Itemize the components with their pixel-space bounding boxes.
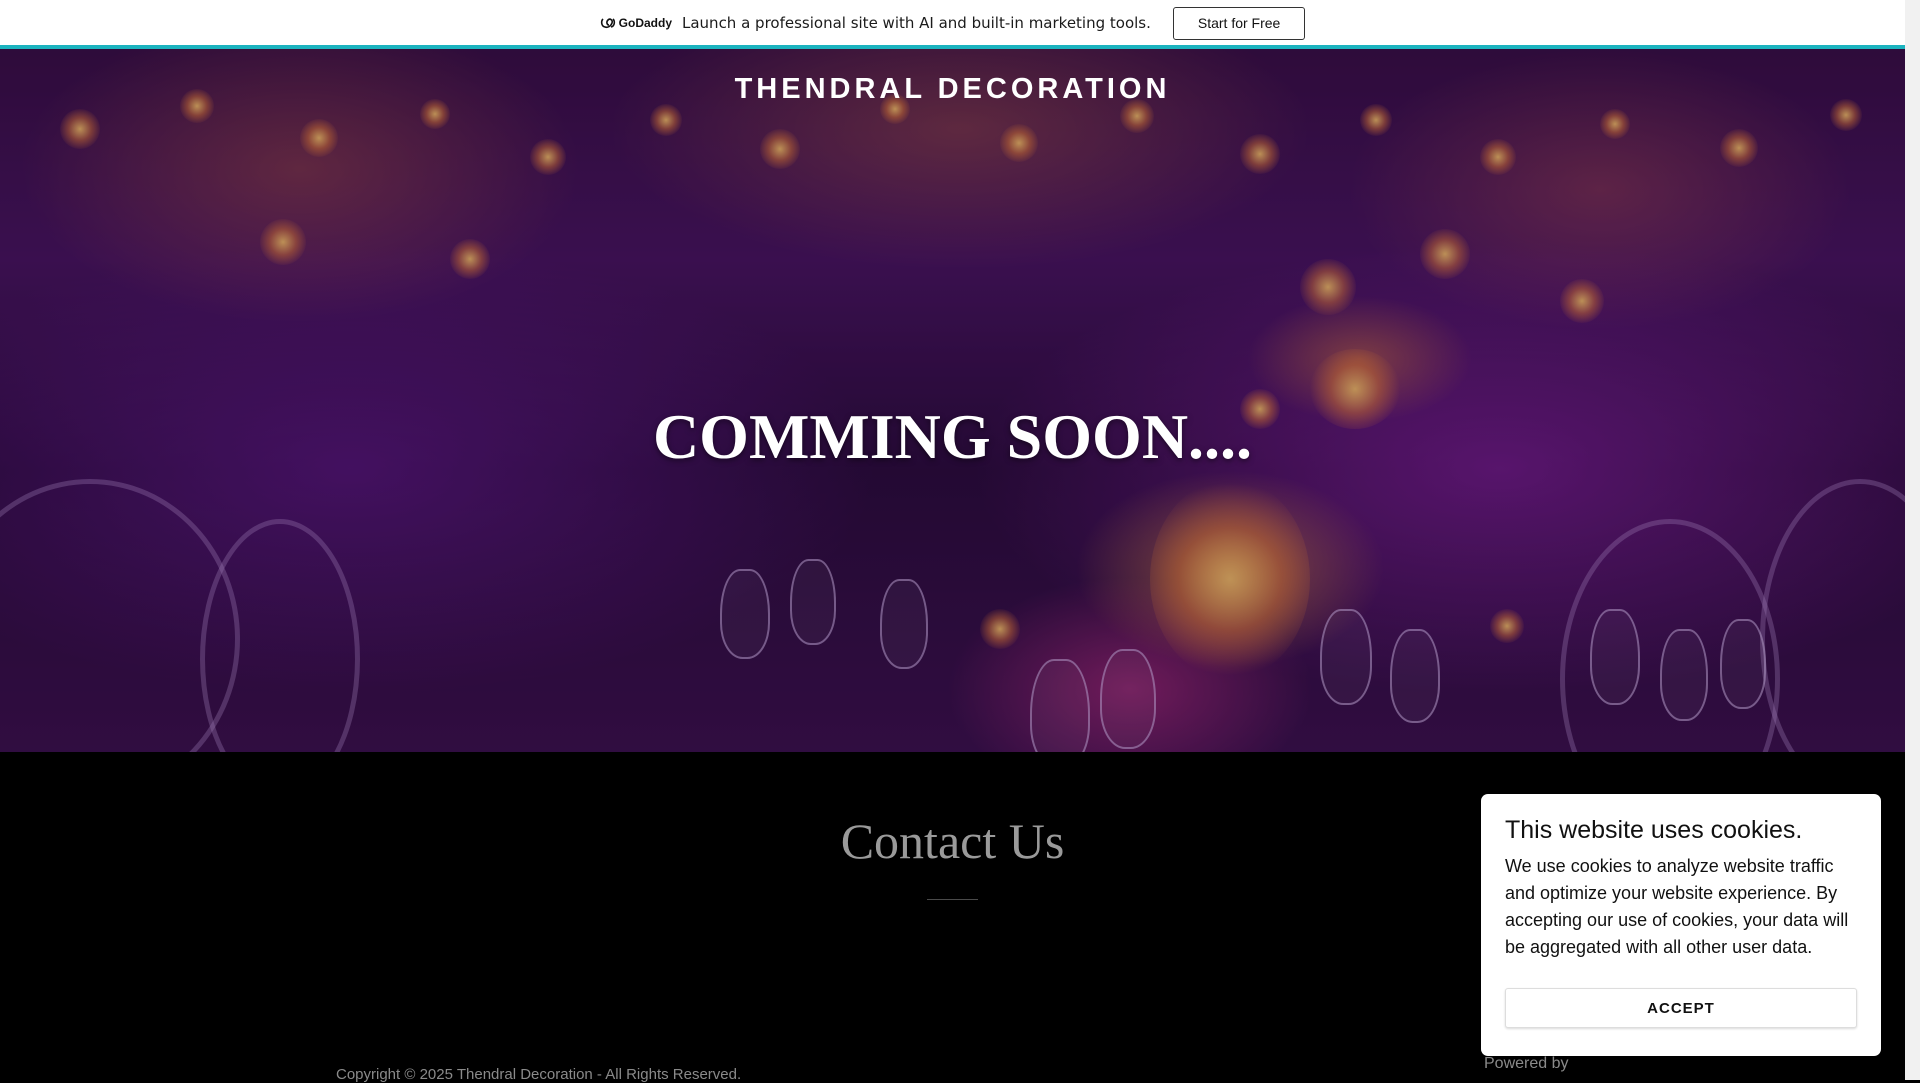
page-scrollbar[interactable]	[1905, 0, 1920, 1080]
hero-heading: COMMING SOON....	[652, 401, 1253, 472]
cookie-title: This website uses cookies.	[1505, 816, 1803, 844]
godaddy-logo-text: GoDaddy	[618, 16, 672, 30]
copyright-text: Copyright © 2025 Thendral Decoration - A…	[336, 1066, 742, 1083]
promo-message: Launch a professional site with AI and b…	[682, 14, 1151, 32]
cookie-message: We use cookies to analyze website traffi…	[1505, 856, 1849, 957]
godaddy-promo-bar: GoDaddy Launch a professional site with …	[0, 0, 1905, 46]
powered-by-text: Powered by	[1484, 1055, 1569, 1072]
accept-cookies-button[interactable]: ACCEPT	[1505, 988, 1857, 1028]
start-for-free-button[interactable]: Start for Free	[1172, 6, 1306, 40]
godaddy-logo-icon	[600, 18, 615, 29]
site-title[interactable]: THENDRAL DECORATION	[0, 73, 1905, 106]
cookie-banner: This website uses cookies. We use cookie…	[1481, 794, 1881, 1056]
contact-divider	[927, 899, 978, 900]
godaddy-logo[interactable]: GoDaddy	[600, 16, 672, 30]
